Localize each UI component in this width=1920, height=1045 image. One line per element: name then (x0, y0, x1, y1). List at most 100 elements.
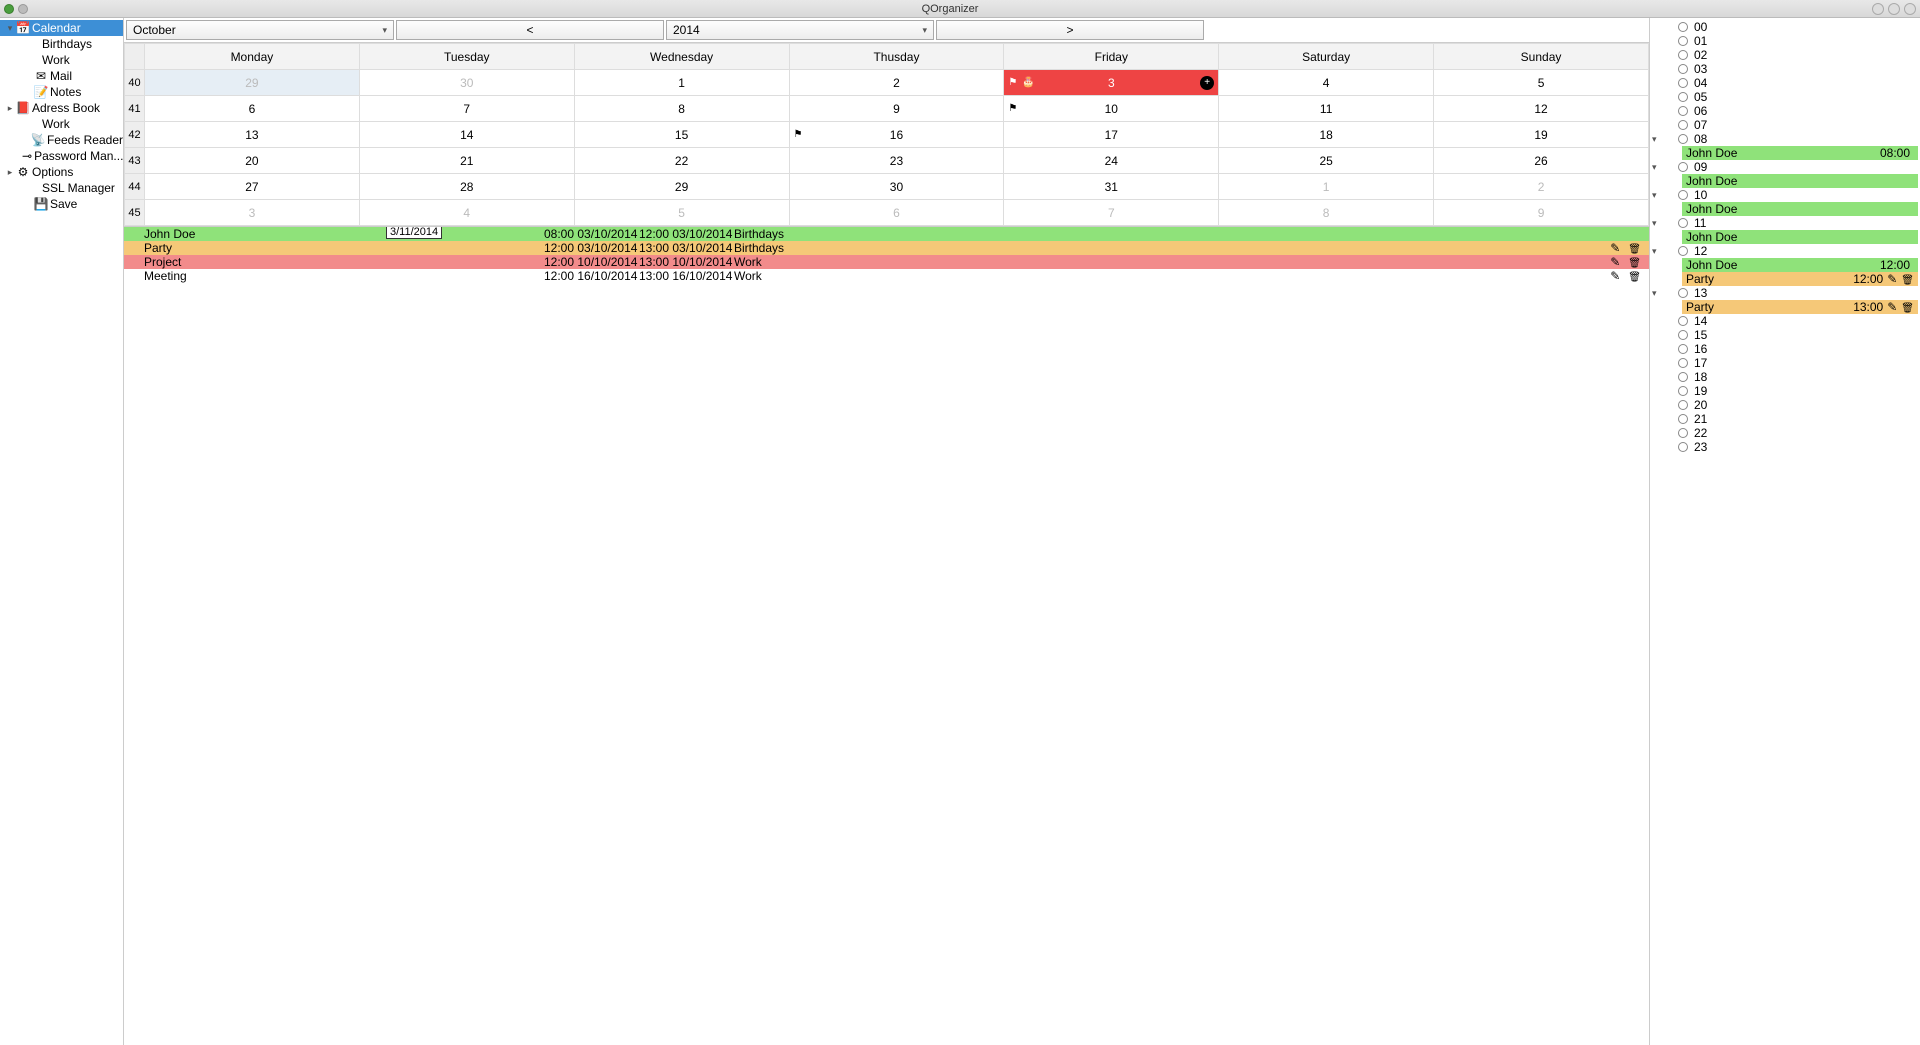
day-cell[interactable]: 17 (1004, 122, 1219, 148)
day-cell[interactable]: 12 (1434, 96, 1649, 122)
hour-head[interactable]: ▾09 (1652, 160, 1918, 174)
hour-head[interactable]: 01 (1652, 34, 1918, 48)
day-cell[interactable]: ⚑16 (789, 122, 1004, 148)
day-cell[interactable]: 9 (789, 96, 1004, 122)
day-cell[interactable]: 2 (789, 70, 1004, 96)
radio-icon[interactable] (1678, 22, 1688, 32)
day-cell[interactable]: 1 (1219, 174, 1434, 200)
hour-head[interactable]: 07 (1652, 118, 1918, 132)
hour-head[interactable]: 20 (1652, 398, 1918, 412)
hour-event[interactable]: Party13:00 (1682, 300, 1918, 314)
hour-head[interactable]: 16 (1652, 342, 1918, 356)
day-cell[interactable]: 7 (1004, 200, 1219, 226)
hour-event[interactable]: John Doe (1682, 230, 1918, 244)
hour-event[interactable]: John Doe (1682, 202, 1918, 216)
radio-icon[interactable] (1678, 372, 1688, 382)
tree-item-notes[interactable]: 📝Notes (0, 84, 123, 100)
day-cell[interactable]: 9 (1434, 200, 1649, 226)
day-cell[interactable]: 6 (145, 96, 360, 122)
expand-icon[interactable]: ▾ (1652, 162, 1662, 173)
day-cell[interactable]: 7 (359, 96, 574, 122)
edit-icon[interactable] (1887, 272, 1897, 286)
hour-head[interactable]: 23 (1652, 440, 1918, 454)
event-row[interactable]: 3/11/2014John Doe08:00 03/10/201412:00 0… (124, 227, 1649, 241)
radio-icon[interactable] (1678, 246, 1688, 256)
expand-icon[interactable]: ▸ (4, 103, 16, 114)
minimize-button[interactable] (1872, 3, 1884, 15)
day-cell[interactable]: 3 (145, 200, 360, 226)
year-select[interactable]: 2014 (666, 20, 934, 40)
hour-head[interactable]: 22 (1652, 426, 1918, 440)
radio-icon[interactable] (1678, 428, 1688, 438)
radio-icon[interactable] (1678, 78, 1688, 88)
radio-icon[interactable] (1678, 316, 1688, 326)
radio-icon[interactable] (1678, 50, 1688, 60)
day-cell[interactable]: 18 (1219, 122, 1434, 148)
day-cell[interactable]: 2 (1434, 174, 1649, 200)
day-cell[interactable]: 26 (1434, 148, 1649, 174)
close-button[interactable] (1904, 3, 1916, 15)
radio-icon[interactable] (1678, 162, 1688, 172)
expand-icon[interactable]: ▾ (4, 23, 16, 34)
radio-icon[interactable] (1678, 106, 1688, 116)
hour-head[interactable]: 17 (1652, 356, 1918, 370)
day-cell[interactable]: 14 (359, 122, 574, 148)
day-cell[interactable]: 30 (789, 174, 1004, 200)
hour-head[interactable]: 18 (1652, 370, 1918, 384)
expand-icon[interactable]: ▾ (1652, 134, 1662, 145)
hour-head[interactable]: 21 (1652, 412, 1918, 426)
day-cell[interactable]: 4 (359, 200, 574, 226)
day-cell[interactable]: 29 (574, 174, 789, 200)
radio-icon[interactable] (1678, 442, 1688, 452)
delete-icon[interactable] (1628, 241, 1641, 255)
event-row[interactable]: Meeting12:00 16/10/201413:00 16/10/2014W… (124, 269, 1649, 283)
event-row[interactable]: Party12:00 03/10/201413:00 03/10/2014Bir… (124, 241, 1649, 255)
prev-button[interactable]: < (396, 20, 664, 40)
day-cell[interactable]: 5 (574, 200, 789, 226)
radio-icon[interactable] (1678, 190, 1688, 200)
day-cell[interactable]: 13 (145, 122, 360, 148)
day-cell[interactable]: 5 (1434, 70, 1649, 96)
hour-head[interactable]: 04 (1652, 76, 1918, 90)
day-cell[interactable]: 22 (574, 148, 789, 174)
radio-icon[interactable] (1678, 134, 1688, 144)
delete-icon[interactable] (1628, 255, 1641, 269)
tree-item-password-man-[interactable]: ⊸Password Man... (0, 148, 123, 164)
day-cell[interactable]: 24 (1004, 148, 1219, 174)
expand-icon[interactable]: ▾ (1652, 246, 1662, 257)
edit-icon[interactable] (1610, 269, 1620, 283)
delete-icon[interactable] (1901, 272, 1914, 286)
day-cell[interactable]: 23 (789, 148, 1004, 174)
day-cell[interactable]: 1 (574, 70, 789, 96)
tree-item-work[interactable]: Work (0, 52, 123, 68)
radio-icon[interactable] (1678, 36, 1688, 46)
hour-head[interactable]: ▾08 (1652, 132, 1918, 146)
radio-icon[interactable] (1678, 386, 1688, 396)
delete-icon[interactable] (1628, 269, 1641, 283)
radio-icon[interactable] (1678, 64, 1688, 74)
tree-item-feeds-reader[interactable]: 📡Feeds Reader (0, 132, 123, 148)
edit-icon[interactable] (1887, 300, 1897, 314)
hour-head[interactable]: ▾13 (1652, 286, 1918, 300)
radio-icon[interactable] (1678, 330, 1688, 340)
hour-head[interactable]: 15 (1652, 328, 1918, 342)
day-cell[interactable]: 27 (145, 174, 360, 200)
day-cell[interactable]: 29 (145, 70, 360, 96)
tree-item-ssl-manager[interactable]: SSL Manager (0, 180, 123, 196)
hour-head[interactable]: 06 (1652, 104, 1918, 118)
tree-item-save[interactable]: 💾Save (0, 196, 123, 212)
radio-icon[interactable] (1678, 344, 1688, 354)
day-cell[interactable]: 31 (1004, 174, 1219, 200)
day-cell[interactable]: 15 (574, 122, 789, 148)
maximize-button[interactable] (1888, 3, 1900, 15)
hour-head[interactable]: 14 (1652, 314, 1918, 328)
tree-item-calendar[interactable]: ▾📅Calendar (0, 20, 123, 36)
day-cell[interactable]: 11 (1219, 96, 1434, 122)
hour-head[interactable]: 03 (1652, 62, 1918, 76)
event-row[interactable]: Project12:00 10/10/201413:00 10/10/2014W… (124, 255, 1649, 269)
radio-icon[interactable] (1678, 92, 1688, 102)
radio-icon[interactable] (1678, 358, 1688, 368)
day-cell[interactable]: 21 (359, 148, 574, 174)
day-cell[interactable]: ⚑10 (1004, 96, 1219, 122)
expand-icon[interactable]: ▾ (1652, 190, 1662, 201)
